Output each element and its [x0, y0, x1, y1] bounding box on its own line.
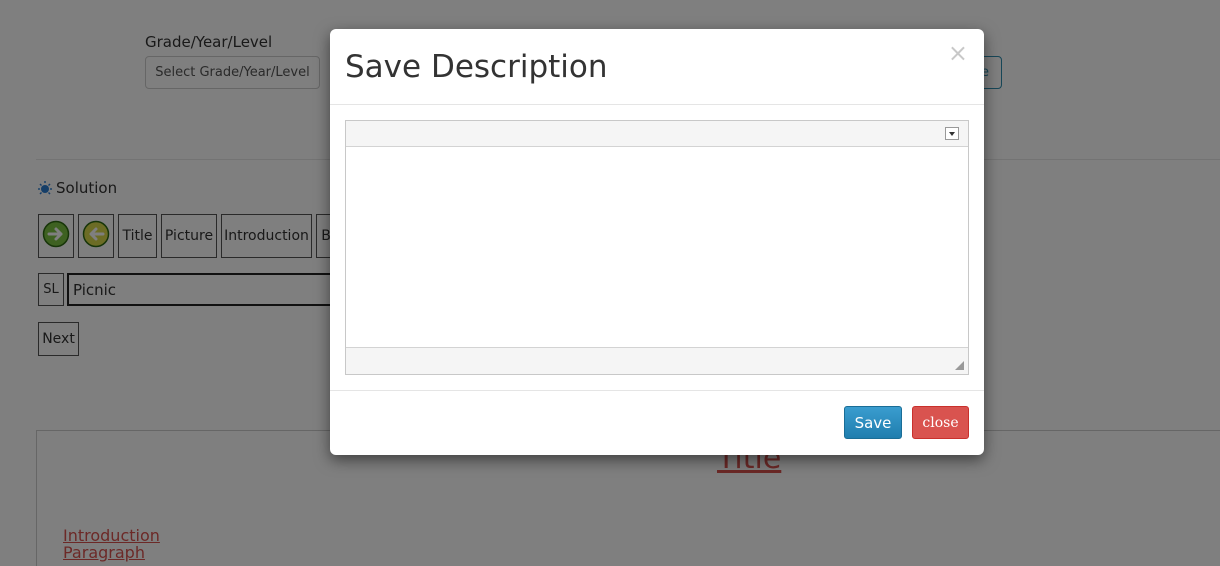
modal-title: Save Description — [345, 49, 608, 85]
editor-statusbar — [346, 347, 968, 374]
modal-header-divider — [330, 104, 984, 105]
chevron-down-icon[interactable] — [945, 127, 959, 140]
editor-toolbar — [346, 121, 968, 147]
modal-footer-divider — [330, 390, 984, 391]
close-button[interactable]: close — [912, 406, 969, 439]
description-editor — [345, 120, 969, 375]
save-button[interactable]: Save — [844, 406, 902, 439]
save-description-modal: Save Description × Save close — [330, 29, 984, 455]
resize-handle-icon[interactable] — [955, 361, 964, 370]
editor-textarea[interactable] — [346, 147, 968, 347]
close-icon[interactable]: × — [948, 41, 968, 65]
